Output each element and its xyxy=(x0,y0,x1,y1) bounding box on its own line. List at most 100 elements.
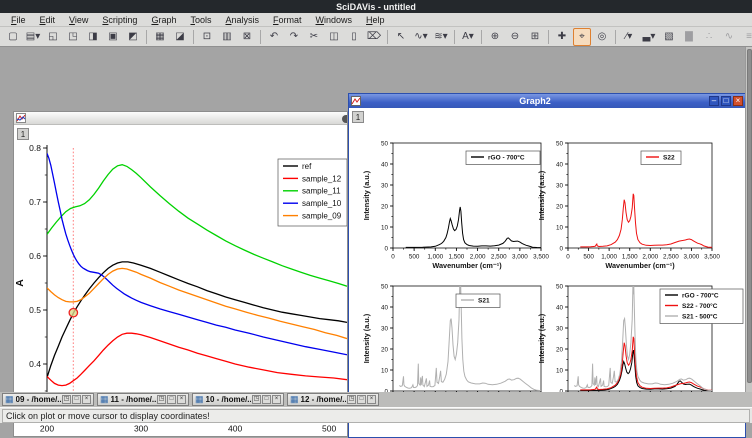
maximize-button[interactable]: □ xyxy=(72,395,81,404)
menu-item-graph[interactable]: Graph xyxy=(144,13,183,27)
close-button[interactable]: × xyxy=(82,395,91,404)
scrollbar-thumb[interactable] xyxy=(747,49,752,383)
undo-icon[interactable]: ↶ xyxy=(265,28,283,46)
plot3d-scatter-icon: ∴ xyxy=(700,28,718,46)
curve-style-dropdown-icon[interactable]: ∿▾ xyxy=(412,28,430,46)
legend-label: sample_10 xyxy=(302,199,342,208)
status-bar: Click on plot or move cursor to display … xyxy=(0,407,752,423)
uvvis-window-titlebar[interactable] xyxy=(14,112,347,125)
add-text-dropdown-icon[interactable]: A▾ xyxy=(459,28,477,46)
legend[interactable]: rGO - 700°C xyxy=(466,151,540,165)
x-tick-label: 500 xyxy=(409,253,420,260)
open-project-icon[interactable]: ◱ xyxy=(44,28,62,46)
menu-item-tools[interactable]: Tools xyxy=(183,13,218,27)
maximize-button[interactable]: □ xyxy=(167,395,176,404)
close-button[interactable]: × xyxy=(177,395,186,404)
screen-reader-icon[interactable]: ✚ xyxy=(553,28,571,46)
y-tick-label: 30 xyxy=(381,325,389,332)
window-tab[interactable]: ▦11 - /home/...◳□× xyxy=(97,393,189,406)
add-image-icon[interactable]: ▧ xyxy=(660,28,678,46)
y-tick-label: 40 xyxy=(556,304,564,311)
print-icon[interactable]: ▦ xyxy=(151,28,169,46)
maximize-button[interactable]: □ xyxy=(357,395,366,404)
window-tab-label: 09 - /home/... xyxy=(16,395,61,404)
menu-item-scripting[interactable]: Scripting xyxy=(95,13,144,27)
copy-selection-icon[interactable]: ◫ xyxy=(325,28,343,46)
histogram-dropdown-icon[interactable]: ▃▾ xyxy=(640,28,658,46)
window-tab-label: 10 - /home/... xyxy=(206,395,251,404)
x-tick-label: 1,000 xyxy=(601,253,617,260)
y-tick-label: 20 xyxy=(381,203,389,210)
restore-button[interactable]: ◳ xyxy=(157,395,166,404)
y-axis-label: Intensity (a.u.) xyxy=(537,170,546,220)
minimize-button[interactable]: – xyxy=(709,96,719,106)
menu-item-windows[interactable]: Windows xyxy=(309,13,360,27)
legend[interactable]: S21 xyxy=(456,294,500,308)
pointer-icon[interactable]: ↖ xyxy=(392,28,410,46)
x-tick-label: 1,500 xyxy=(622,253,638,260)
legend-label: sample_12 xyxy=(302,174,342,183)
menu-item-help[interactable]: Help xyxy=(359,13,392,27)
zoom-in-icon[interactable]: ⊕ xyxy=(486,28,504,46)
x-tick-label: 300 xyxy=(134,424,148,434)
paste-selection-icon[interactable]: ▯ xyxy=(345,28,363,46)
symbol-style-dropdown-icon[interactable]: ≋▾ xyxy=(432,28,450,46)
close-button[interactable]: × xyxy=(272,395,281,404)
redo-icon[interactable]: ↷ xyxy=(285,28,303,46)
menu-item-file[interactable]: File xyxy=(4,13,33,27)
close-button[interactable]: × xyxy=(733,96,743,106)
new-aspect-dropdown-icon[interactable]: ▤▾ xyxy=(24,28,42,46)
zoom-out-icon[interactable]: ⊖ xyxy=(506,28,524,46)
raman-plots[interactable]: 0102030405005001,0001,5002,0002,5003,000… xyxy=(350,108,746,437)
save-as-template-icon[interactable]: ◩ xyxy=(124,28,142,46)
series-rgo-700-c xyxy=(580,350,712,391)
x-axis-label: Wavenumber (cm⁻¹) xyxy=(605,261,675,270)
y-tick-label: 50 xyxy=(381,140,389,147)
open-template-icon[interactable]: ◨ xyxy=(84,28,102,46)
move-data-points-icon[interactable]: ◎ xyxy=(593,28,611,46)
x-tick-label: 200 xyxy=(40,424,54,434)
status-message: Click on plot or move cursor to display … xyxy=(2,409,750,423)
window-graph2[interactable]: Graph2 – □ × 1 0102030405005001,0001,500… xyxy=(348,93,746,438)
series-s22-700-c xyxy=(580,194,712,248)
maximize-button[interactable]: □ xyxy=(721,96,731,106)
lock-toolbars-icon[interactable]: ⊠ xyxy=(238,28,256,46)
menu-item-edit[interactable]: Edit xyxy=(33,13,63,27)
menu-bar: FileEditViewScriptingGraphToolsAnalysisF… xyxy=(0,13,752,27)
cut-selection-icon[interactable]: ✂ xyxy=(305,28,323,46)
window-uvvis-plot[interactable]: 1 0.30.40.50.60.70.8200300400500Arefsamp… xyxy=(13,111,348,437)
menu-item-view[interactable]: View xyxy=(62,13,95,27)
restore-button[interactable]: ◳ xyxy=(62,395,71,404)
export-pdf-icon[interactable]: ◪ xyxy=(171,28,189,46)
menu-item-format[interactable]: Format xyxy=(266,13,309,27)
app-titlebar[interactable]: SciDAVis - untitled xyxy=(0,0,752,13)
legend-label: S22 - 700°C xyxy=(682,302,718,310)
window-tab[interactable]: ▦12 - /home/...◳□× xyxy=(287,393,379,406)
legend[interactable]: rGO - 700°CS22 - 700°CS21 - 500°C xyxy=(660,289,743,324)
data-reader-icon[interactable]: ⌖ xyxy=(573,28,591,46)
hidden-window-button[interactable] xyxy=(342,115,347,123)
legend[interactable]: S22 xyxy=(641,151,681,165)
window-tab[interactable]: ▦09 - /home/...◳□× xyxy=(2,393,94,406)
restore-button[interactable]: ◳ xyxy=(252,395,261,404)
y-tick-label: 50 xyxy=(556,140,564,147)
rescale-to-show-all-icon[interactable]: ⊞ xyxy=(526,28,544,46)
window-tab[interactable]: ▦10 - /home/...◳□× xyxy=(192,393,284,406)
save-project-icon[interactable]: ▣ xyxy=(104,28,122,46)
workspace-scrollbar[interactable] xyxy=(745,47,752,392)
legend-label: ref xyxy=(302,162,312,171)
maximize-button[interactable]: □ xyxy=(262,395,271,404)
project-explorer-icon[interactable]: ⊡ xyxy=(198,28,216,46)
series-sample-12 xyxy=(47,333,347,385)
menu-item-analysis[interactable]: Analysis xyxy=(218,13,266,27)
new-project-icon[interactable]: ▢ xyxy=(4,28,22,46)
graph2-titlebar[interactable]: Graph2 – □ × xyxy=(349,94,745,108)
delete-selection-icon[interactable]: ⌦ xyxy=(365,28,383,46)
import-ascii-icon[interactable]: ◳ xyxy=(64,28,82,46)
close-button[interactable]: × xyxy=(367,395,376,404)
legend[interactable]: refsample_12sample_11sample_10sample_09 xyxy=(278,159,347,226)
results-log-icon[interactable]: ▥ xyxy=(218,28,236,46)
uvvis-plot[interactable]: 0.30.40.50.60.70.8200300400500Arefsample… xyxy=(14,125,347,436)
restore-button[interactable]: ◳ xyxy=(347,395,356,404)
draw-line-dropdown-icon[interactable]: ∕▾ xyxy=(620,28,638,46)
